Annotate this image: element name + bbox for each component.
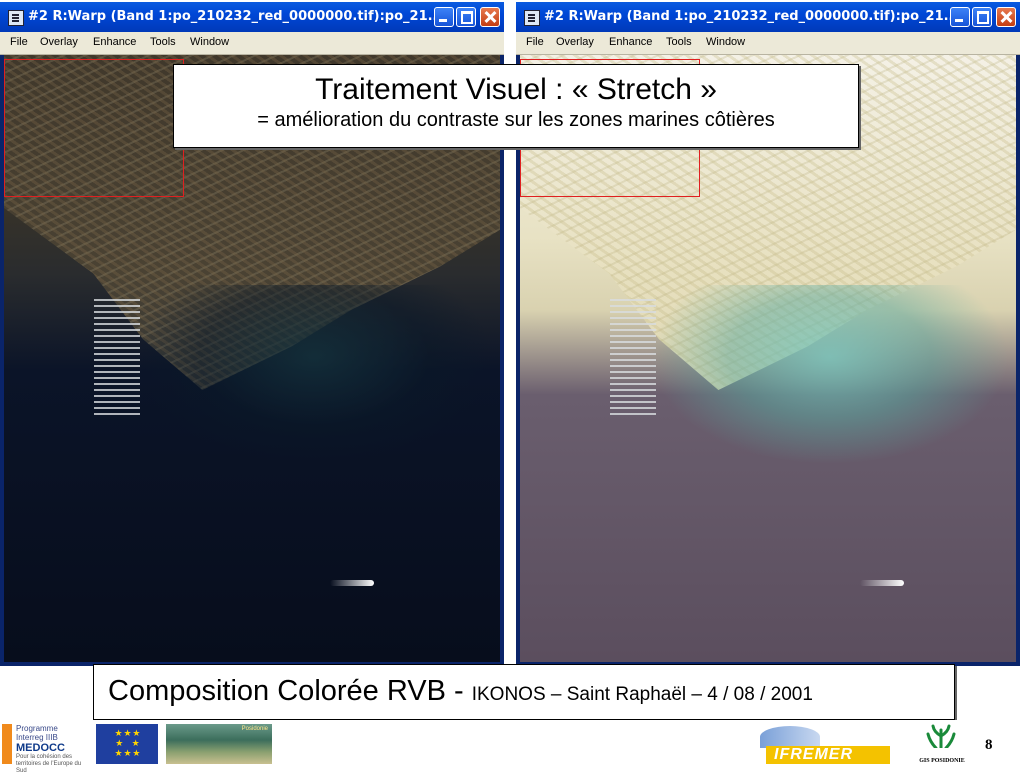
window-title: #2 R:Warp (Band 1:po_210232_red_0000000.… [544, 9, 959, 24]
interreg-medocc-logo: Programme Interreg IIIB MEDOCC Pour la c… [2, 724, 92, 774]
ifremer-logo: IFREMER [760, 724, 892, 764]
menu-file[interactable]: File [526, 36, 544, 48]
ifremer-label: IFREMER [774, 746, 853, 763]
interreg-line1: Programme [16, 724, 58, 733]
medocc-name: MEDOCC [16, 742, 65, 754]
eu-stars-icon: ★ ★ ★ ★ ★ ★ ★ ★ [114, 729, 141, 759]
window-titlebar[interactable]: #2 R:Warp (Band 1:po_210232_red_0000000.… [516, 2, 1020, 32]
slide-subtitle: = amélioration du contraste sur les zone… [257, 109, 775, 131]
window-app-icon [524, 10, 540, 26]
zoom-selection-box[interactable] [4, 59, 184, 197]
marina [610, 295, 656, 415]
marina [94, 295, 140, 415]
interreg-line2: Interreg IIIB [16, 733, 58, 742]
maximize-button[interactable] [972, 7, 992, 27]
boat-wake [330, 580, 374, 586]
menu-tools[interactable]: Tools [666, 36, 692, 48]
window-titlebar[interactable]: #2 R:Warp (Band 1:po_210232_red_0000000.… [0, 2, 504, 32]
gis-posidonie-logo: GIS POSIDONIE [914, 724, 970, 764]
caption-main: Composition Colorée RVB - [108, 675, 472, 707]
slide-title: Traitement Visuel : « Stretch » [315, 73, 717, 106]
caption-detail: IKONOS – Saint Raphaël – 4 / 08 / 2001 [471, 684, 813, 705]
menu-bar: File Overlay Enhance Tools Window [516, 32, 1020, 55]
menu-overlay[interactable]: Overlay [40, 36, 78, 48]
title-callout: Traitement Visuel : « Stretch » = amélio… [173, 64, 859, 148]
menu-window[interactable]: Window [190, 36, 229, 48]
menu-bar: File Overlay Enhance Tools Window [0, 32, 504, 55]
coastal-seagrass-area [650, 285, 1010, 465]
posidonie-photo-logo: Posidonie [166, 724, 272, 764]
menu-overlay[interactable]: Overlay [556, 36, 594, 48]
caption-callout: Composition Colorée RVB - IKONOS – Saint… [93, 664, 955, 720]
maximize-button[interactable] [456, 7, 476, 27]
window-app-icon [8, 10, 24, 26]
dolphin-wave-icon [760, 726, 820, 748]
boat-wake [860, 580, 904, 586]
coastal-waters [134, 285, 494, 465]
close-button[interactable] [996, 7, 1016, 27]
window-title: #2 R:Warp (Band 1:po_210232_red_0000000.… [28, 9, 443, 24]
page-number: 8 [985, 737, 993, 753]
menu-window[interactable]: Window [706, 36, 745, 48]
interreg-tagline: Pour la cohésion des territoires de l'Eu… [16, 754, 82, 774]
gis-label: GIS POSIDONIE [919, 758, 965, 764]
close-button[interactable] [480, 7, 500, 27]
footer: Programme Interreg IIIB MEDOCC Pour la c… [0, 720, 1024, 774]
eu-flag-logo: ★ ★ ★ ★ ★ ★ ★ ★ [96, 724, 158, 764]
menu-enhance[interactable]: Enhance [93, 36, 136, 48]
minimize-button[interactable] [434, 7, 454, 27]
posidonie-label: Posidonie [241, 726, 268, 732]
menu-enhance[interactable]: Enhance [609, 36, 652, 48]
menu-tools[interactable]: Tools [150, 36, 176, 48]
seagrass-icon [926, 724, 956, 748]
menu-file[interactable]: File [10, 36, 28, 48]
minimize-button[interactable] [950, 7, 970, 27]
